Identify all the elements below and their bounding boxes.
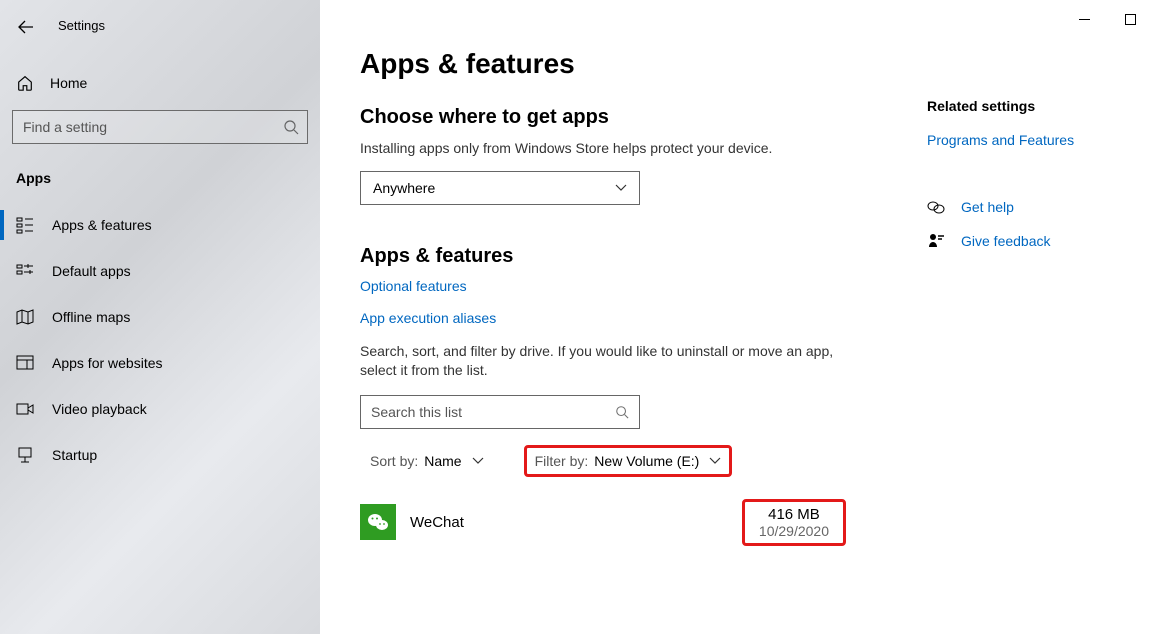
page-title: Apps & features xyxy=(360,48,1117,80)
app-date: 10/29/2020 xyxy=(759,523,829,539)
related-heading: Related settings xyxy=(927,98,1117,114)
app-meta: 416 MB 10/29/2020 xyxy=(742,499,846,546)
app-icon-wechat xyxy=(360,504,396,540)
help-icon xyxy=(927,198,945,216)
maximize-icon xyxy=(1125,14,1136,25)
sidebar-home[interactable]: Home xyxy=(0,64,320,102)
wechat-icon xyxy=(366,510,390,534)
feedback-link[interactable]: Give feedback xyxy=(961,233,1051,249)
sidebar: Settings Home Apps Apps & features Defau… xyxy=(0,0,320,634)
startup-icon xyxy=(16,446,34,464)
section-description: Search, sort, and filter by drive. If yo… xyxy=(360,342,860,381)
programs-features-link[interactable]: Programs and Features xyxy=(927,132,1117,148)
sidebar-item-label: Startup xyxy=(52,447,97,463)
sort-value: Name xyxy=(424,453,461,469)
sidebar-item-label: Default apps xyxy=(52,263,131,279)
window-controls xyxy=(1061,4,1153,34)
main-content: Apps & features Choose where to get apps… xyxy=(320,0,1157,634)
sidebar-item-video-playback[interactable]: Video playback xyxy=(0,386,320,432)
sidebar-item-label: Offline maps xyxy=(52,309,130,325)
sidebar-item-label: Apps & features xyxy=(52,217,152,233)
sidebar-item-offline-maps[interactable]: Offline maps xyxy=(0,294,320,340)
get-help-row[interactable]: Get help xyxy=(927,198,1117,216)
chevron-down-icon xyxy=(615,182,627,194)
app-size: 416 MB xyxy=(759,506,829,523)
apps-websites-icon xyxy=(16,354,34,372)
app-search[interactable] xyxy=(360,395,640,429)
sidebar-item-apps-websites[interactable]: Apps for websites xyxy=(0,340,320,386)
minimize-button[interactable] xyxy=(1061,4,1107,34)
home-icon xyxy=(16,74,34,92)
section-description: Installing apps only from Windows Store … xyxy=(360,139,860,159)
sidebar-item-label: Apps for websites xyxy=(52,355,163,371)
arrow-left-icon xyxy=(18,19,34,35)
app-search-input[interactable] xyxy=(371,404,615,420)
app-name: WeChat xyxy=(410,514,464,531)
sidebar-item-apps-features[interactable]: Apps & features xyxy=(0,202,320,248)
sort-label: Sort by: xyxy=(370,453,418,469)
sort-by-control[interactable]: Sort by: Name xyxy=(360,445,494,477)
feedback-icon xyxy=(927,232,945,250)
filter-value: New Volume (E:) xyxy=(594,453,699,469)
minimize-icon xyxy=(1079,14,1090,25)
feedback-row[interactable]: Give feedback xyxy=(927,232,1117,250)
default-apps-icon xyxy=(16,262,34,280)
apps-features-icon xyxy=(16,216,34,234)
app-source-combo[interactable]: Anywhere xyxy=(360,171,640,205)
optional-features-link[interactable]: Optional features xyxy=(360,278,1117,294)
sidebar-search[interactable] xyxy=(12,110,308,144)
maximize-button[interactable] xyxy=(1107,4,1153,34)
filter-row: Sort by: Name Filter by: New Volume (E:) xyxy=(360,445,1117,477)
combo-value: Anywhere xyxy=(373,180,435,196)
sidebar-category: Apps xyxy=(0,162,320,202)
back-button[interactable] xyxy=(6,12,46,42)
offline-maps-icon xyxy=(16,308,34,326)
sidebar-item-startup[interactable]: Startup xyxy=(0,432,320,478)
chevron-down-icon xyxy=(709,455,721,467)
sidebar-item-label: Video playback xyxy=(52,401,147,417)
sidebar-home-label: Home xyxy=(50,75,87,91)
filter-by-control[interactable]: Filter by: New Volume (E:) xyxy=(524,445,733,477)
video-playback-icon xyxy=(16,400,34,418)
filter-label: Filter by: xyxy=(535,453,589,469)
sidebar-search-input[interactable] xyxy=(23,119,283,135)
window-title: Settings xyxy=(58,18,105,33)
get-help-link[interactable]: Get help xyxy=(961,199,1014,215)
search-icon xyxy=(283,119,299,135)
app-list-item[interactable]: WeChat 416 MB 10/29/2020 xyxy=(360,499,846,546)
search-icon xyxy=(615,405,629,419)
related-settings: Related settings Programs and Features G… xyxy=(927,98,1117,266)
app-aliases-link[interactable]: App execution aliases xyxy=(360,310,1117,326)
chevron-down-icon xyxy=(472,455,484,467)
sidebar-item-default-apps[interactable]: Default apps xyxy=(0,248,320,294)
